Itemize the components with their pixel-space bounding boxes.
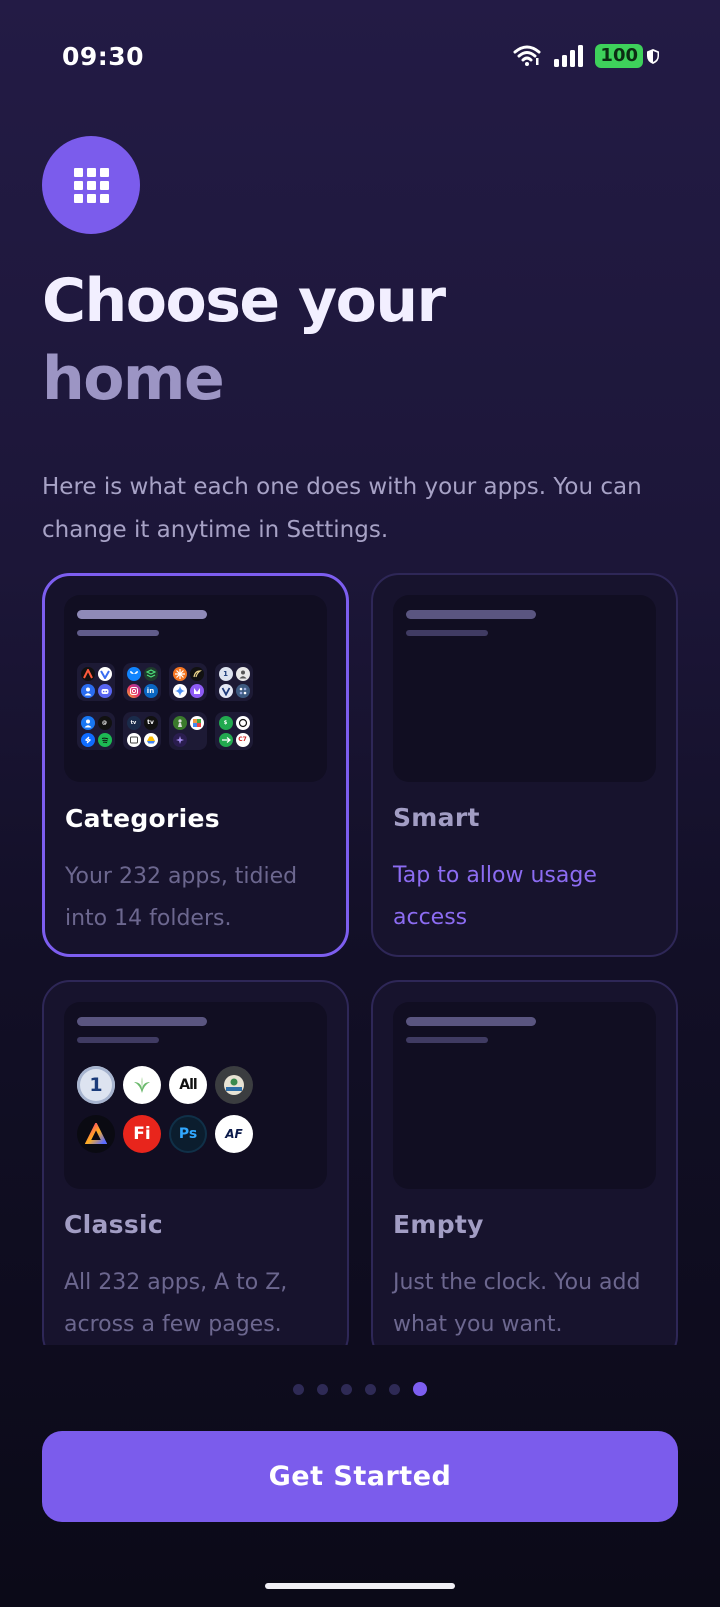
- classic-preview: 1 All Fi Ps AF: [64, 1002, 327, 1189]
- app-grid: 1 All Fi Ps AF: [77, 1066, 253, 1153]
- grid-icon: [73, 167, 109, 203]
- air-france-app-icon: AF: [215, 1115, 253, 1153]
- github-app-icon: [235, 715, 250, 730]
- option-card-categories[interactable]: in 1 @ tv tv $ C7 Categories Your 232 ap…: [42, 573, 349, 957]
- battery-level: 100: [595, 44, 643, 68]
- discord-app-icon: [97, 683, 112, 698]
- option-card-smart[interactable]: Smart Tap to allow usage access: [371, 573, 678, 957]
- option-title: Classic: [64, 1210, 164, 1239]
- arc-app-icon: [77, 1115, 115, 1153]
- title-line-2: home: [42, 344, 225, 414]
- contact-app-icon: [80, 683, 95, 698]
- page-dot[interactable]: [341, 1383, 352, 1395]
- nebula-app-icon: [235, 683, 250, 698]
- google-drive-app-icon: [143, 732, 158, 747]
- fi-app-icon: Fi: [123, 1115, 161, 1153]
- folder-icon: 1: [215, 663, 253, 701]
- plant-app-icon: [123, 1066, 161, 1104]
- chess-app-icon: [172, 715, 187, 730]
- 1password-app-icon: 1: [77, 1066, 115, 1104]
- home-indicator[interactable]: [265, 1583, 455, 1589]
- status-time: 09:30: [62, 42, 145, 71]
- get-started-button[interactable]: Get Started: [42, 1431, 678, 1522]
- tv-guide-app-icon: tv: [126, 715, 141, 730]
- verse-app-icon: [97, 666, 112, 681]
- empty-preview: [393, 1002, 656, 1189]
- proton-app-icon: [189, 683, 204, 698]
- page-dot[interactable]: [317, 1383, 328, 1395]
- option-description: Just the clock. You add what you want.: [393, 1270, 641, 1337]
- page-dot-active[interactable]: [413, 1382, 427, 1396]
- preview-subtitle-bar: [406, 630, 488, 636]
- spotify-app-icon: [97, 732, 112, 747]
- app-grid-badge: [42, 136, 140, 234]
- usage-access-link[interactable]: Tap to allow usage access: [393, 855, 663, 939]
- arc-app-icon: [80, 666, 95, 681]
- folder-icon: [169, 712, 207, 750]
- battery-indicator: 100: [595, 44, 660, 68]
- c7-app-icon: C7: [235, 732, 250, 747]
- folder-icon: [169, 663, 207, 701]
- sparkle-app-icon: [172, 732, 187, 747]
- nature-app-icon: [189, 666, 204, 681]
- option-description: All 232 apps, A to Z, across a few pages…: [64, 1270, 288, 1337]
- page-dot[interactable]: [365, 1383, 376, 1395]
- switch-app-icon: [218, 732, 233, 747]
- status-icons: 100: [513, 44, 660, 68]
- shazam-app-icon: [80, 732, 95, 747]
- preview-title-bar: [406, 1017, 536, 1026]
- home-options: in 1 @ tv tv $ C7 Categories Your 232 ap…: [42, 573, 678, 1345]
- folder-icon: @: [77, 712, 115, 750]
- option-title: Categories: [65, 804, 220, 833]
- photoshop-app-icon: Ps: [169, 1115, 207, 1153]
- linkedin-app-icon: in: [143, 683, 158, 698]
- profile-app-icon: [235, 666, 250, 681]
- option-description: Your 232 apps, tidied into 14 folders.: [65, 864, 298, 931]
- folder-icon: in: [123, 663, 161, 701]
- pagination-dots: [0, 1382, 720, 1396]
- layers-app-icon: [143, 666, 158, 681]
- signal-icon: [554, 45, 584, 67]
- page-dot[interactable]: [293, 1383, 304, 1395]
- wifi-icon: [513, 45, 541, 66]
- preview-subtitle-bar: [77, 630, 159, 636]
- all-app-icon: All: [169, 1066, 207, 1104]
- gemini-app-icon: [172, 683, 187, 698]
- preview-title-bar: [77, 610, 207, 619]
- preview-title-bar: [406, 610, 536, 619]
- game-app-icon: [189, 715, 204, 730]
- smart-preview: [393, 595, 656, 782]
- page-title: Choose your home: [42, 262, 446, 418]
- preview-subtitle-bar: [406, 1037, 488, 1043]
- weather-app-icon: [215, 1066, 253, 1104]
- categories-preview: in 1 @ tv tv $ C7: [64, 595, 327, 782]
- burst-app-icon: [172, 666, 187, 681]
- vpn-app-icon: [218, 683, 233, 698]
- page-dot[interactable]: [389, 1383, 400, 1395]
- threads-app-icon: @: [97, 715, 112, 730]
- password-app-icon: 1: [218, 666, 233, 681]
- option-title: Empty: [393, 1210, 484, 1239]
- budget-app-icon: $: [218, 715, 233, 730]
- option-title: Smart: [393, 803, 480, 832]
- messenger-app-icon: [80, 715, 95, 730]
- folder-icon: $ C7: [215, 712, 253, 750]
- option-card-empty[interactable]: Empty Just the clock. You add what you w…: [371, 980, 678, 1345]
- shield-icon: [647, 48, 659, 64]
- page-subtitle: Here is what each one does with your app…: [42, 474, 642, 543]
- folder-icon: tv tv: [123, 712, 161, 750]
- option-card-classic[interactable]: 1 All Fi Ps AF Classic All 232 apps, A t…: [42, 980, 349, 1345]
- preview-subtitle-bar: [77, 1037, 159, 1043]
- title-line-1: Choose your: [42, 266, 446, 336]
- folder-icon: [77, 663, 115, 701]
- instagram-app-icon: [126, 683, 141, 698]
- preview-title-bar: [77, 1017, 207, 1026]
- apple-tv-app-icon: tv: [143, 715, 158, 730]
- folder-grid: in 1 @ tv tv $ C7: [77, 663, 253, 750]
- bluesky-app-icon: [126, 666, 141, 681]
- photo-frame-app-icon: [126, 732, 141, 747]
- status-bar: 09:30 100: [0, 38, 720, 78]
